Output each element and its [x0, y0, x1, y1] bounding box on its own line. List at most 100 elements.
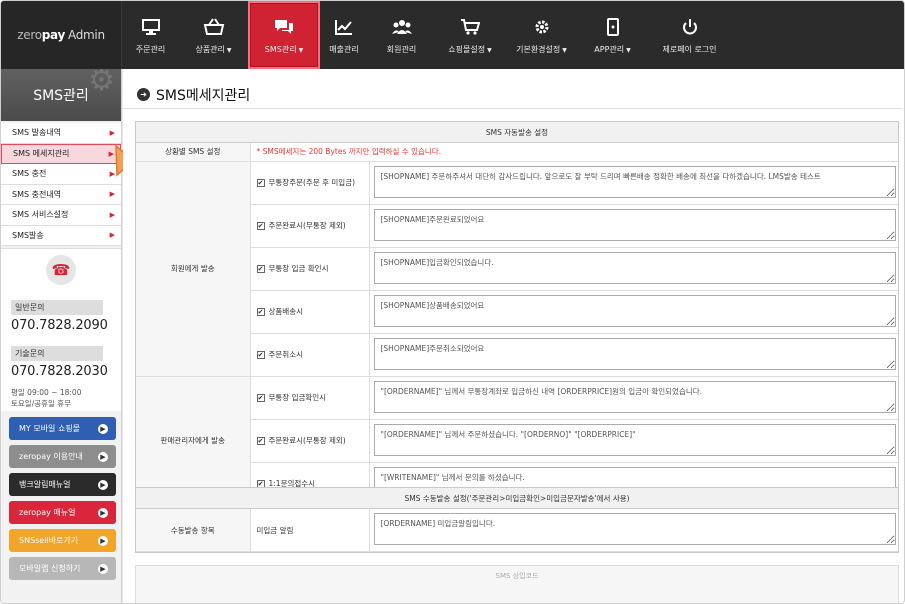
chevron-right-icon: ▶	[109, 231, 115, 240]
general-inquiry-number: 070.7828.2090	[11, 318, 108, 333]
sms-option-cell: ✔ 무통장 입금 확인시	[250, 247, 370, 291]
option-label: 상품배송시	[268, 307, 304, 316]
basket-icon	[203, 16, 225, 38]
business-hours: 평일 09:00 ~ 18:00	[11, 388, 82, 397]
manual-send-header: SMS 수동발송 설정('주문관리>미입금확인>미입금문자발송'에서 사용)	[136, 488, 898, 509]
message-textarea[interactable]: "[ORDERNAME]" 님께서 무통장계좌로 입금하신 내역 [ORDERP…	[373, 380, 896, 413]
option-label: 무통장 입금확인시	[268, 393, 327, 402]
manual-send-label: 수동발송 항목	[136, 509, 251, 552]
sms-option-cell: ✔ 무통장 입금확인시	[250, 376, 370, 420]
sidebar-shortcut-buttons: MY 모바일 쇼핑몰 ▶ zeropay 이용안내 ▶ 뱅크알림매뉴얼 ▶ zeropay …	[1, 417, 121, 580]
sidebar-item-2[interactable]: SMS 메세지관리 ▶	[1, 143, 121, 164]
nav-item-1[interactable]: 주문관리	[122, 1, 179, 69]
gear-icon	[531, 16, 553, 38]
nav-item-label: 회원관리	[386, 44, 417, 54]
option-checkbox[interactable]: ✔	[256, 308, 265, 316]
code-panel-header: SMS 상입코드	[135, 565, 899, 603]
sidebar-item-label: SMS발송	[12, 230, 44, 240]
holiday-notice: 토요일/공휴일 휴무	[11, 399, 72, 408]
seller-send-label: 판매관리자에게 발송	[136, 376, 251, 506]
sidebar-item-6[interactable]: SMS발송 ▶	[1, 225, 121, 246]
sidebar-item-label: SMS 충전	[12, 169, 47, 179]
shortcut-button-label: 모바일앱 신청하기	[19, 564, 81, 573]
nav-item-2[interactable]: 상품관리 ▼	[179, 1, 248, 69]
message-textarea[interactable]: [SHOPNAME] 주문하주셔서 대단히 감사드립니다. 앞으로도 잘 부탁 …	[373, 165, 896, 198]
sms-setting-row: 판매관리자에게 발송 ✔ 무통장 입금확인시 "[ORDERNAME]" 님께서 무통…	[136, 376, 898, 506]
nav-item-label: 주문관리	[135, 44, 166, 54]
mobile-icon	[602, 16, 624, 38]
chevron-right-icon: ▶	[109, 210, 115, 219]
general-inquiry-label: 일반문의	[11, 300, 103, 315]
caret-down-icon: ▼	[226, 46, 232, 54]
sms-option-cell: ✔ 무통장주문(주문 후 미입금)	[250, 161, 370, 205]
shortcut-button-2[interactable]: zeropay 이용안내 ▶	[9, 445, 116, 468]
message-textarea[interactable]: "[ORDERNAME]" 님께서 주문하셨습니다. "[ORDERNO]" "…	[373, 423, 896, 456]
shortcut-button-label: SNSsell바로가기	[19, 536, 79, 545]
sidebar-menu: SMS 발송내역 ▶ SMS 메세지관리 ▶ SMS 충전 ▶ SMS 충전내역 ▶ SMS 서…	[1, 123, 121, 246]
message-textarea[interactable]: [SHOPNAME]입금확인되었습니다.	[373, 251, 896, 284]
nav-item-4[interactable]: 매출관리	[320, 1, 368, 69]
sidebar-item-5[interactable]: SMS 서비스설정 ▶	[1, 205, 121, 226]
sidebar-item-1[interactable]: SMS 발송내역 ▶	[1, 123, 121, 144]
option-label: 주문취소시	[268, 350, 304, 359]
arrow-circle-icon: ▶	[98, 479, 108, 490]
message-cell: [SHOPNAME]주문완료되었어요	[369, 204, 898, 248]
message-textarea[interactable]: [SHOPNAME]주문완료되었어요	[373, 208, 896, 241]
message-textarea[interactable]: [SHOPNAME]주문취소되었어요	[373, 337, 896, 370]
nav-item-5[interactable]: 회원관리	[368, 1, 435, 69]
option-checkbox[interactable]: ✔	[256, 437, 265, 445]
sidebar-item-label: SMS 메세지관리	[13, 149, 70, 159]
shortcut-button-5[interactable]: SNSsell바로가기 ▶	[9, 529, 116, 552]
option-label: 주문완료시(무통장 제외)	[268, 221, 346, 230]
nav-item-label: 매출관리	[329, 44, 359, 54]
option-checkbox[interactable]: ✔	[256, 265, 265, 273]
sms-option-cell: ✔ 상품배송시	[250, 290, 370, 334]
chevron-right-icon: ▶	[109, 128, 115, 137]
tech-inquiry-number: 070.7828.2030	[11, 364, 108, 379]
shortcut-button-label: MY 모바일 쇼핑몰	[19, 424, 81, 433]
shortcut-button-label: zeropay 매뉴얼	[19, 508, 76, 517]
message-cell: [SHOPNAME]주문취소되었어요	[369, 333, 898, 377]
sms-setting-row: ✔ 상품배송시 [SHOPNAME]상품배송되었어요	[136, 290, 898, 334]
nav-item-9[interactable]: 제로페이 로그인	[647, 1, 732, 69]
sidebar-item-3[interactable]: SMS 충전 ▶	[1, 164, 121, 185]
message-cell: [SHOPNAME] 주문하주셔서 대단히 감사드립니다. 앞으로도 잘 부탁 …	[369, 161, 898, 205]
message-textarea[interactable]: [SHOPNAME]상품배송되었어요	[373, 294, 896, 327]
manual-message-textarea[interactable]: [ORDERNAME] 미입금알림입니다.	[373, 513, 896, 545]
option-checkbox[interactable]: ✔	[256, 222, 265, 230]
title-bullet-icon: ➜	[137, 88, 150, 101]
arrow-circle-icon: ▶	[98, 563, 108, 574]
sms-setting-row: ✔ 주문완료시(무통장 제외) "[ORDERNAME]" 님께서 주문하셨습니다.…	[136, 419, 898, 463]
nav-item-label: SMS관리 ▼	[264, 44, 304, 54]
logo[interactable]: zeropay Admin	[1, 1, 122, 69]
nav-item-6[interactable]: 쇼핑몰설정 ▼	[435, 1, 505, 69]
top-navigation: zeropay Admin 주문관리 상품관리 ▼ SMS관리 ▼ 매출관리 회원관리 쇼핑몰…	[1, 1, 904, 69]
tech-inquiry-label: 기술문의	[11, 346, 103, 361]
message-cell: [SHOPNAME]상품배송되었어요	[369, 290, 898, 334]
main-content: ➜ SMS메세지관리 SMS 자동발송 설정 상황별 SMS 설정 * SMS메…	[123, 69, 904, 603]
admin-window: zeropay Admin 주문관리 상품관리 ▼ SMS관리 ▼ 매출관리 회원관리 쇼핑몰…	[0, 0, 905, 604]
message-cell: "[ORDERNAME]" 님께서 무통장계좌로 입금하신 내역 [ORDERP…	[369, 376, 898, 420]
sidebar-item-4[interactable]: SMS 충전내역 ▶	[1, 184, 121, 205]
byte-limit-notice: * SMS메세지는 200 Bytes 까지만 입력하실 수 있습니다.	[250, 143, 898, 162]
nav-item-7[interactable]: 기본환경설정 ▼	[505, 1, 578, 69]
sidebar-item-label: SMS 서비스설정	[12, 210, 69, 220]
shortcut-button-3[interactable]: 뱅크알림매뉴얼 ▶	[9, 473, 116, 496]
shortcut-button-label: zeropay 이용안내	[19, 452, 83, 461]
nav-item-8[interactable]: APP관리 ▼	[578, 1, 647, 69]
sms-option-cell: ✔ 주문완료시(무통장 제외)	[250, 204, 370, 248]
nav-item-label: 기본환경설정 ▼	[516, 44, 567, 54]
nav-item-label: 쇼핑몰설정 ▼	[448, 44, 492, 54]
member-send-label: 회원에게 발송	[136, 161, 251, 377]
shortcut-button-4[interactable]: zeropay 매뉴얼 ▶	[9, 501, 116, 524]
arrow-circle-icon: ▶	[98, 423, 108, 434]
option-checkbox[interactable]: ✔	[256, 179, 265, 187]
nav-item-3[interactable]: SMS관리 ▼	[248, 1, 320, 69]
manual-send-option: 미입금 알림	[250, 509, 370, 552]
sidebar-item-label: SMS 충전내역	[12, 189, 62, 199]
users-icon	[391, 16, 413, 38]
option-checkbox[interactable]: ✔	[256, 394, 265, 402]
shortcut-button-6[interactable]: 모바일앱 신청하기 ▶	[9, 557, 116, 580]
shortcut-button-1[interactable]: MY 모바일 쇼핑몰 ▶	[9, 417, 116, 440]
option-checkbox[interactable]: ✔	[256, 351, 265, 359]
